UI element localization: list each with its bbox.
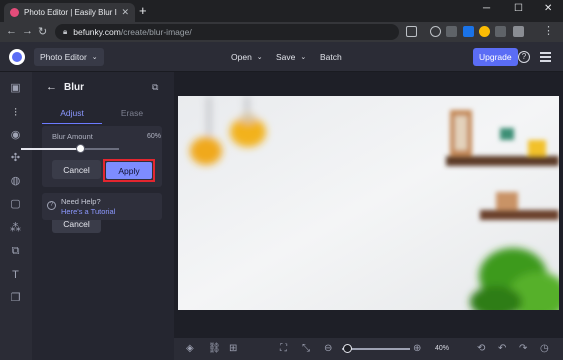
batch-button[interactable]: Batch bbox=[314, 48, 348, 66]
apply-button[interactable]: Apply bbox=[106, 162, 152, 179]
minimize-icon[interactable]: ─ bbox=[483, 3, 490, 14]
panel-title: Blur bbox=[64, 82, 84, 93]
chevron-down-icon: ⌄ bbox=[256, 54, 263, 61]
adjust-icon[interactable]: ⫶ bbox=[9, 107, 22, 120]
profile-avatar[interactable] bbox=[513, 26, 524, 37]
help-card[interactable]: ? Need Help? Here's a Tutorial bbox=[42, 193, 162, 220]
lock-icon: 🔒︎ bbox=[63, 27, 68, 36]
tab-adjust[interactable]: Adjust bbox=[42, 108, 102, 124]
zoom-in-icon[interactable]: ⊕ bbox=[413, 342, 421, 356]
app-header: Photo Editor ⌄ Open ⌄ Save ⌄ Batch Upgra… bbox=[0, 42, 563, 72]
open-button[interactable]: Open ⌄ bbox=[225, 48, 269, 66]
chevron-down-icon: ⌄ bbox=[91, 54, 98, 61]
fit-screen-icon[interactable]: ⛶ bbox=[280, 342, 287, 356]
install-icon[interactable] bbox=[406, 26, 417, 37]
tool-rail: ▣ ⫶ ◉ ✣ ◍ ▢ ⁂ ⧉ T ❐ bbox=[0, 72, 32, 360]
bottom-toolbar: ◈ ⛓︎ ⊞ ⛶ ⤡ ⊖ ⊕ 40% ⟲ ↶ ↷ ◷ bbox=[174, 338, 563, 360]
canvas-area bbox=[174, 72, 563, 338]
tab-close-icon[interactable]: ✕ bbox=[121, 7, 129, 18]
slider-fill bbox=[21, 148, 80, 150]
open-label: Open bbox=[231, 52, 252, 62]
graphics-icon[interactable]: ⁂ bbox=[9, 222, 22, 235]
zoom-slider-handle[interactable] bbox=[343, 344, 352, 353]
redo-icon[interactable]: ↷ bbox=[519, 342, 527, 356]
frames-icon[interactable]: ▢ bbox=[9, 198, 22, 211]
help-icon[interactable]: ? bbox=[518, 51, 530, 63]
actual-size-icon[interactable]: ⤡ bbox=[302, 342, 310, 356]
tutorial-link[interactable]: Here's a Tutorial bbox=[61, 207, 115, 216]
chevron-down-icon: ⌄ bbox=[300, 54, 307, 61]
text-icon[interactable]: T bbox=[9, 269, 22, 282]
befunky-logo[interactable] bbox=[9, 49, 25, 65]
extension-icon[interactable] bbox=[463, 26, 474, 37]
save-label: Save bbox=[276, 52, 296, 62]
hamburger-menu-icon[interactable] bbox=[540, 51, 551, 62]
zoom-level: 40% bbox=[435, 345, 450, 352]
url-path: /create/blur-image/ bbox=[120, 27, 192, 37]
address-bar-row: ← → ↻ 🔒︎ befunky.com/create/blur-image/ … bbox=[0, 22, 563, 42]
zoom-out-icon[interactable]: ⊖ bbox=[324, 342, 332, 356]
eye-icon[interactable]: ◉ bbox=[9, 129, 22, 142]
link-icon[interactable]: ⛓︎ bbox=[208, 342, 221, 356]
blur-amount-label: Blur Amount bbox=[52, 132, 93, 141]
effects-icon[interactable]: ✣ bbox=[9, 152, 22, 165]
photo-editor-dropdown[interactable]: Photo Editor ⌄ bbox=[34, 48, 104, 66]
save-button[interactable]: Save ⌄ bbox=[270, 48, 312, 66]
url-input[interactable]: 🔒︎ befunky.com/create/blur-image/ bbox=[55, 24, 399, 40]
zoom-slider[interactable] bbox=[342, 348, 410, 350]
back-arrow-icon[interactable]: ← bbox=[46, 81, 57, 93]
tab-title: Photo Editor | Easily Blur Images bbox=[24, 8, 117, 17]
url-host: befunky.com bbox=[73, 27, 121, 37]
panel-tabs: Adjust Erase bbox=[42, 108, 162, 126]
undo-icon[interactable]: ↶ bbox=[498, 342, 506, 356]
photo-editor-label: Photo Editor bbox=[40, 52, 87, 62]
favicon-icon bbox=[10, 8, 19, 17]
blur-amount-value: 60% bbox=[147, 133, 162, 140]
overlay-icon[interactable]: ⧉ bbox=[9, 245, 22, 258]
puzzle-icon[interactable] bbox=[495, 26, 506, 37]
cancel-button[interactable]: Cancel bbox=[52, 160, 101, 179]
maximize-icon[interactable]: ☐ bbox=[514, 3, 523, 14]
slider-handle[interactable] bbox=[75, 144, 85, 153]
browser-tab[interactable]: Photo Editor | Easily Blur Images ✕ bbox=[4, 3, 135, 22]
help-circle-icon: ? bbox=[47, 201, 56, 210]
touch-up-icon[interactable]: ◍ bbox=[9, 175, 22, 188]
layers-stack-icon[interactable]: ◈ bbox=[186, 342, 194, 356]
extension-icon[interactable] bbox=[479, 26, 490, 37]
upgrade-button[interactable]: Upgrade bbox=[473, 48, 518, 66]
back-icon[interactable]: ← bbox=[6, 25, 17, 37]
zoom-icon[interactable] bbox=[430, 26, 441, 37]
edit-icon[interactable]: ▣ bbox=[9, 82, 22, 95]
copy-icon[interactable]: ⧉ bbox=[152, 82, 158, 93]
menu-dots-icon[interactable]: ⋮ bbox=[543, 24, 554, 37]
reset-icon[interactable]: ⟲ bbox=[477, 342, 485, 356]
grid-icon[interactable]: ⊞ bbox=[229, 342, 237, 356]
tab-erase[interactable]: Erase bbox=[102, 108, 162, 118]
layers-icon[interactable]: ❐ bbox=[9, 292, 22, 305]
extension-icon[interactable] bbox=[446, 26, 457, 37]
forward-icon[interactable]: → bbox=[22, 25, 33, 37]
photo-image bbox=[178, 96, 559, 310]
blurred-photo[interactable] bbox=[178, 96, 559, 310]
help-title: Need Help? bbox=[61, 197, 101, 206]
browser-tab-strip: Photo Editor | Easily Blur Images ✕ + ─ … bbox=[0, 0, 563, 22]
blur-amount-slider[interactable] bbox=[21, 148, 119, 150]
close-window-icon[interactable]: ✕ bbox=[544, 3, 552, 14]
new-tab-button[interactable]: + bbox=[139, 4, 147, 17]
history-icon[interactable]: ◷ bbox=[540, 342, 549, 356]
reload-icon[interactable]: ↻ bbox=[38, 25, 47, 38]
